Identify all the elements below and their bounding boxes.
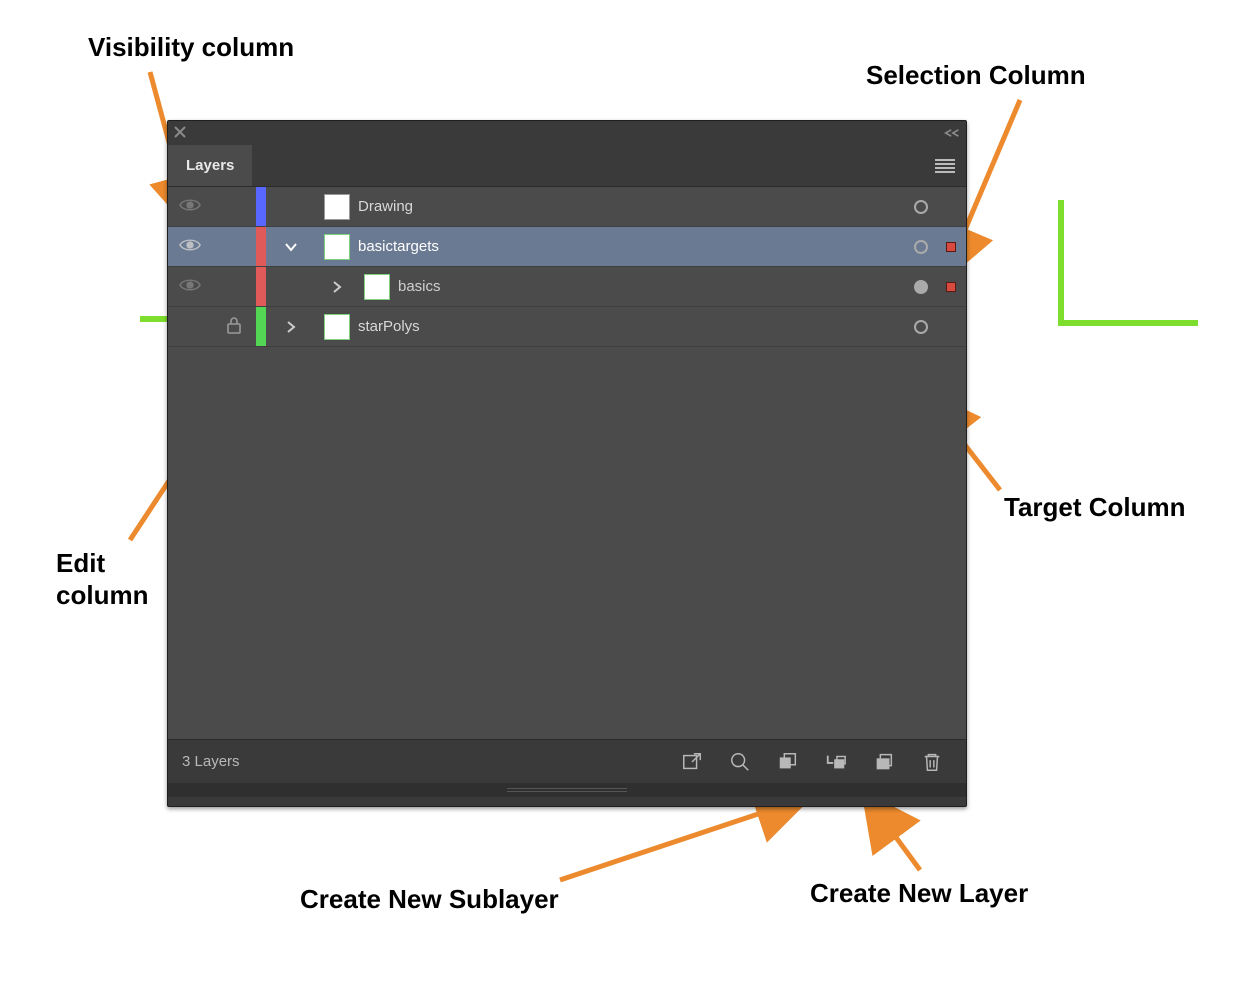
new-sublayer-icon xyxy=(825,751,847,773)
visibility-toggle[interactable] xyxy=(168,277,212,297)
layer-count-label: 3 Layers xyxy=(182,753,240,770)
layer-row[interactable]: basics xyxy=(168,267,966,307)
chevron-right-icon xyxy=(330,280,344,294)
layers-list: Drawing basictargets xyxy=(168,187,966,739)
layers-panel: Layers Drawing xyxy=(167,120,967,807)
visibility-toggle[interactable] xyxy=(168,197,212,217)
layer-thumbnail[interactable] xyxy=(324,194,350,220)
eye-icon xyxy=(179,277,201,297)
expand-toggle[interactable] xyxy=(266,240,316,254)
annotation-visibility: Visibility column xyxy=(88,32,294,63)
annotation-selection: Selection Column xyxy=(866,60,1086,91)
layer-row[interactable]: Drawing xyxy=(168,187,966,227)
tab-label: Layers xyxy=(186,157,234,174)
eye-icon xyxy=(179,237,201,257)
export-button[interactable] xyxy=(672,746,712,778)
panel-tabs: Layers xyxy=(168,145,966,187)
panel-menu-button[interactable] xyxy=(924,145,966,186)
decorative-mark-left xyxy=(140,316,170,328)
annotation-edit-line2: column xyxy=(56,580,148,611)
target-circle-icon xyxy=(914,200,928,214)
collapse-icon[interactable] xyxy=(944,125,960,142)
selection-square-icon xyxy=(946,282,956,292)
target-circle-icon xyxy=(914,240,928,254)
new-layer-icon xyxy=(873,751,895,773)
layer-name[interactable]: starPolys xyxy=(358,318,420,335)
annotation-new-sublayer: Create New Sublayer xyxy=(300,884,559,915)
selection-indicator[interactable] xyxy=(936,282,966,292)
layer-color-swatch[interactable] xyxy=(256,307,266,346)
layer-color-swatch[interactable] xyxy=(256,267,266,306)
visibility-toggle[interactable] xyxy=(168,237,212,257)
expand-toggle[interactable] xyxy=(266,320,316,334)
chevron-down-icon xyxy=(284,240,298,254)
selection-indicator[interactable] xyxy=(936,242,966,252)
chevron-right-icon xyxy=(284,320,298,334)
layer-thumbnail[interactable] xyxy=(324,314,350,340)
eye-icon xyxy=(179,197,201,217)
layer-thumbnail[interactable] xyxy=(324,234,350,260)
layer-row[interactable]: starPolys xyxy=(168,307,966,347)
edit-lock-toggle[interactable] xyxy=(212,316,256,338)
search-icon xyxy=(729,751,751,773)
collect-button[interactable] xyxy=(768,746,808,778)
layer-color-swatch[interactable] xyxy=(256,227,266,266)
target-toggle[interactable] xyxy=(906,320,936,334)
selection-square-icon xyxy=(946,242,956,252)
tab-layers[interactable]: Layers xyxy=(168,145,252,186)
new-sublayer-button[interactable] xyxy=(816,746,856,778)
annotation-edit-line1: Edit xyxy=(56,548,105,579)
delete-button[interactable] xyxy=(912,746,952,778)
layer-thumbnail[interactable] xyxy=(364,274,390,300)
panel-footer: 3 Layers xyxy=(168,739,966,783)
target-circle-icon xyxy=(914,320,928,334)
layer-name[interactable]: basictargets xyxy=(358,238,439,255)
lock-icon xyxy=(226,316,242,338)
decorative-mark-right xyxy=(1058,200,1198,332)
trash-icon xyxy=(921,751,943,773)
target-toggle[interactable] xyxy=(906,240,936,254)
hamburger-icon xyxy=(935,159,955,173)
target-circle-icon xyxy=(914,280,928,294)
annotation-target: Target Column xyxy=(1004,492,1186,523)
locate-button[interactable] xyxy=(720,746,760,778)
panel-titlebar xyxy=(168,121,966,145)
layer-name[interactable]: Drawing xyxy=(358,198,413,215)
annotation-new-layer: Create New Layer xyxy=(810,878,1028,909)
panel-resize-grip[interactable] xyxy=(168,783,966,797)
target-toggle[interactable] xyxy=(906,200,936,214)
layer-name[interactable]: basics xyxy=(398,278,441,295)
expand-toggle[interactable] xyxy=(266,280,356,294)
collect-icon xyxy=(777,751,799,773)
layer-color-swatch[interactable] xyxy=(256,187,266,226)
export-icon xyxy=(681,751,703,773)
target-toggle[interactable] xyxy=(906,280,936,294)
new-layer-button[interactable] xyxy=(864,746,904,778)
layer-row[interactable]: basictargets xyxy=(168,227,966,267)
close-icon[interactable] xyxy=(174,125,186,142)
